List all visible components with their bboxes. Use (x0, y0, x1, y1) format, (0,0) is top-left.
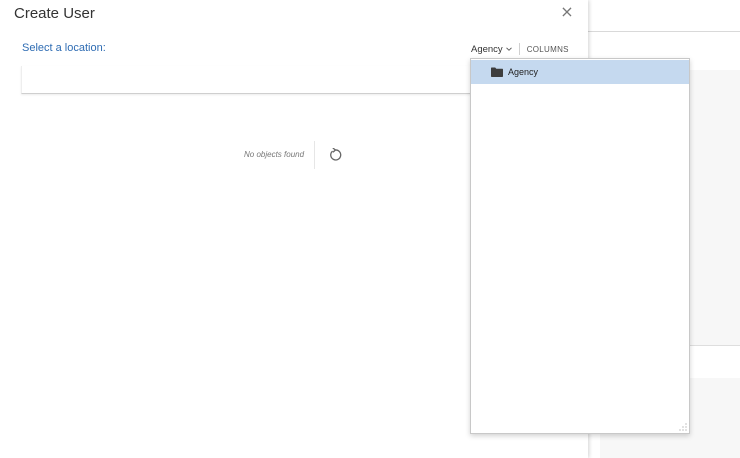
location-dropdown-popup: Agency (470, 58, 690, 434)
location-path-field[interactable] (21, 66, 473, 94)
background-divider (588, 31, 740, 32)
close-icon[interactable]: × (558, 3, 576, 21)
screen: Create User × Select a location: Agency … (0, 0, 740, 458)
dialog-title: Create User (14, 5, 95, 22)
agency-dropdown-label: Agency (471, 43, 503, 55)
toolbar-divider (518, 43, 520, 55)
list-item-label: Agency (508, 67, 539, 77)
columns-button[interactable]: COLUMNS (527, 45, 569, 54)
empty-state-divider (314, 141, 315, 169)
list-item[interactable]: Agency (471, 60, 689, 84)
folder-icon (491, 67, 503, 77)
chevron-down-icon (505, 47, 512, 51)
resize-grip-icon[interactable] (679, 423, 687, 431)
refresh-icon[interactable] (328, 148, 342, 162)
agency-dropdown[interactable]: Agency (471, 44, 519, 55)
empty-state-message: No objects found (244, 150, 305, 159)
location-toolbar: Agency COLUMNS (471, 42, 569, 56)
select-location-label: Select a location: (22, 42, 106, 54)
